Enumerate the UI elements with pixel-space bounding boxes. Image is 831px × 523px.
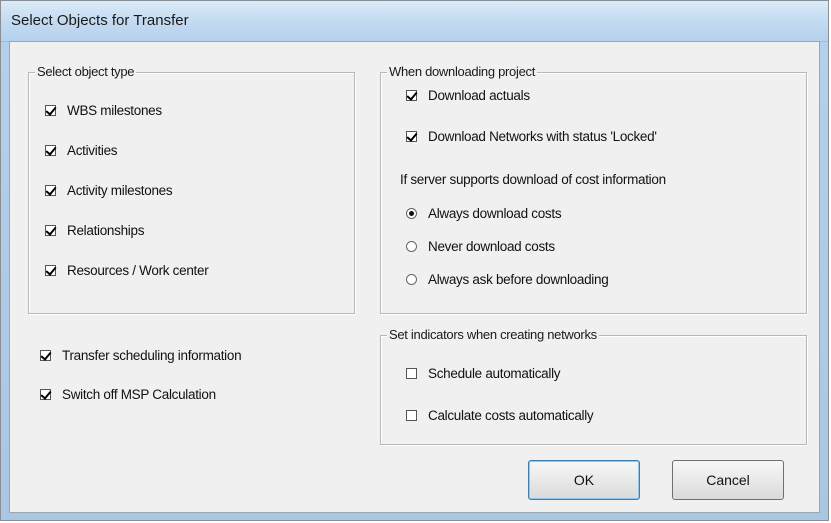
- radio-circle[interactable]: [406, 208, 417, 219]
- checkbox-label: Activities: [67, 143, 118, 158]
- checkbox-box[interactable]: [45, 225, 56, 236]
- never-download-costs-radio[interactable]: Never download costs: [406, 239, 555, 254]
- calculate-costs-checkbox[interactable]: Calculate costs automatically: [406, 408, 594, 423]
- checkbox-label: Resources / Work center: [67, 263, 209, 278]
- checkbox-label: Schedule automatically: [428, 366, 561, 381]
- radio-circle[interactable]: [406, 241, 417, 252]
- checkbox-box[interactable]: [45, 185, 56, 196]
- checkbox-label: Switch off MSP Calculation: [62, 387, 216, 402]
- transfer-scheduling-checkbox[interactable]: Transfer scheduling information: [40, 348, 242, 363]
- checkbox-box[interactable]: [40, 350, 51, 361]
- download-locked-networks-checkbox[interactable]: Download Networks with status 'Locked': [406, 129, 657, 144]
- checkbox-box[interactable]: [45, 265, 56, 276]
- ok-button[interactable]: OK: [528, 460, 640, 500]
- cancel-button[interactable]: Cancel: [672, 460, 784, 500]
- checkbox-box[interactable]: [406, 90, 417, 101]
- radio-label: Always download costs: [428, 206, 562, 221]
- relationships-checkbox[interactable]: Relationships: [45, 223, 144, 238]
- download-actuals-checkbox[interactable]: Download actuals: [406, 88, 530, 103]
- switch-off-msp-checkbox[interactable]: Switch off MSP Calculation: [40, 387, 216, 402]
- wbs-milestones-checkbox[interactable]: WBS milestones: [45, 103, 162, 118]
- checkbox-label: Calculate costs automatically: [428, 408, 594, 423]
- checkbox-label: Relationships: [67, 223, 145, 238]
- cost-info-heading: If server supports download of cost info…: [400, 172, 666, 187]
- checkbox-box[interactable]: [406, 410, 417, 421]
- radio-label: Never download costs: [428, 239, 555, 254]
- dialog-window: Select Objects for Transfer Select objec…: [0, 0, 829, 521]
- radio-label: Always ask before downloading: [428, 272, 609, 287]
- checkbox-label: Activity milestones: [67, 183, 173, 198]
- checkbox-label: Download Networks with status 'Locked': [428, 129, 657, 144]
- radio-circle[interactable]: [406, 274, 417, 285]
- checkbox-box[interactable]: [45, 145, 56, 156]
- always-ask-radio[interactable]: Always ask before downloading: [406, 272, 609, 287]
- checkbox-box[interactable]: [406, 368, 417, 379]
- resources-work-center-checkbox[interactable]: Resources / Work center: [45, 263, 209, 278]
- dialog-body: Select object type WBS milestones Activi…: [9, 41, 820, 513]
- download-group-label: When downloading project: [387, 64, 538, 79]
- activity-milestones-checkbox[interactable]: Activity milestones: [45, 183, 173, 198]
- indicators-group-label: Set indicators when creating networks: [387, 327, 599, 342]
- checkbox-box[interactable]: [45, 105, 56, 116]
- checkbox-label: Download actuals: [428, 88, 530, 103]
- window-title: Select Objects for Transfer: [11, 12, 189, 29]
- object-type-group: Select object type WBS milestones Activi…: [28, 64, 355, 314]
- schedule-automatically-checkbox[interactable]: Schedule automatically: [406, 366, 561, 381]
- object-type-group-label: Select object type: [35, 64, 137, 79]
- title-bar[interactable]: Select Objects for Transfer: [1, 1, 828, 42]
- download-group: When downloading project Download actual…: [380, 64, 807, 314]
- checkbox-box[interactable]: [406, 131, 417, 142]
- indicators-group: Set indicators when creating networks Sc…: [380, 327, 807, 445]
- checkbox-label: Transfer scheduling information: [62, 348, 242, 363]
- activities-checkbox[interactable]: Activities: [45, 143, 118, 158]
- checkbox-box[interactable]: [40, 389, 51, 400]
- always-download-costs-radio[interactable]: Always download costs: [406, 206, 562, 221]
- checkbox-label: WBS milestones: [67, 103, 162, 118]
